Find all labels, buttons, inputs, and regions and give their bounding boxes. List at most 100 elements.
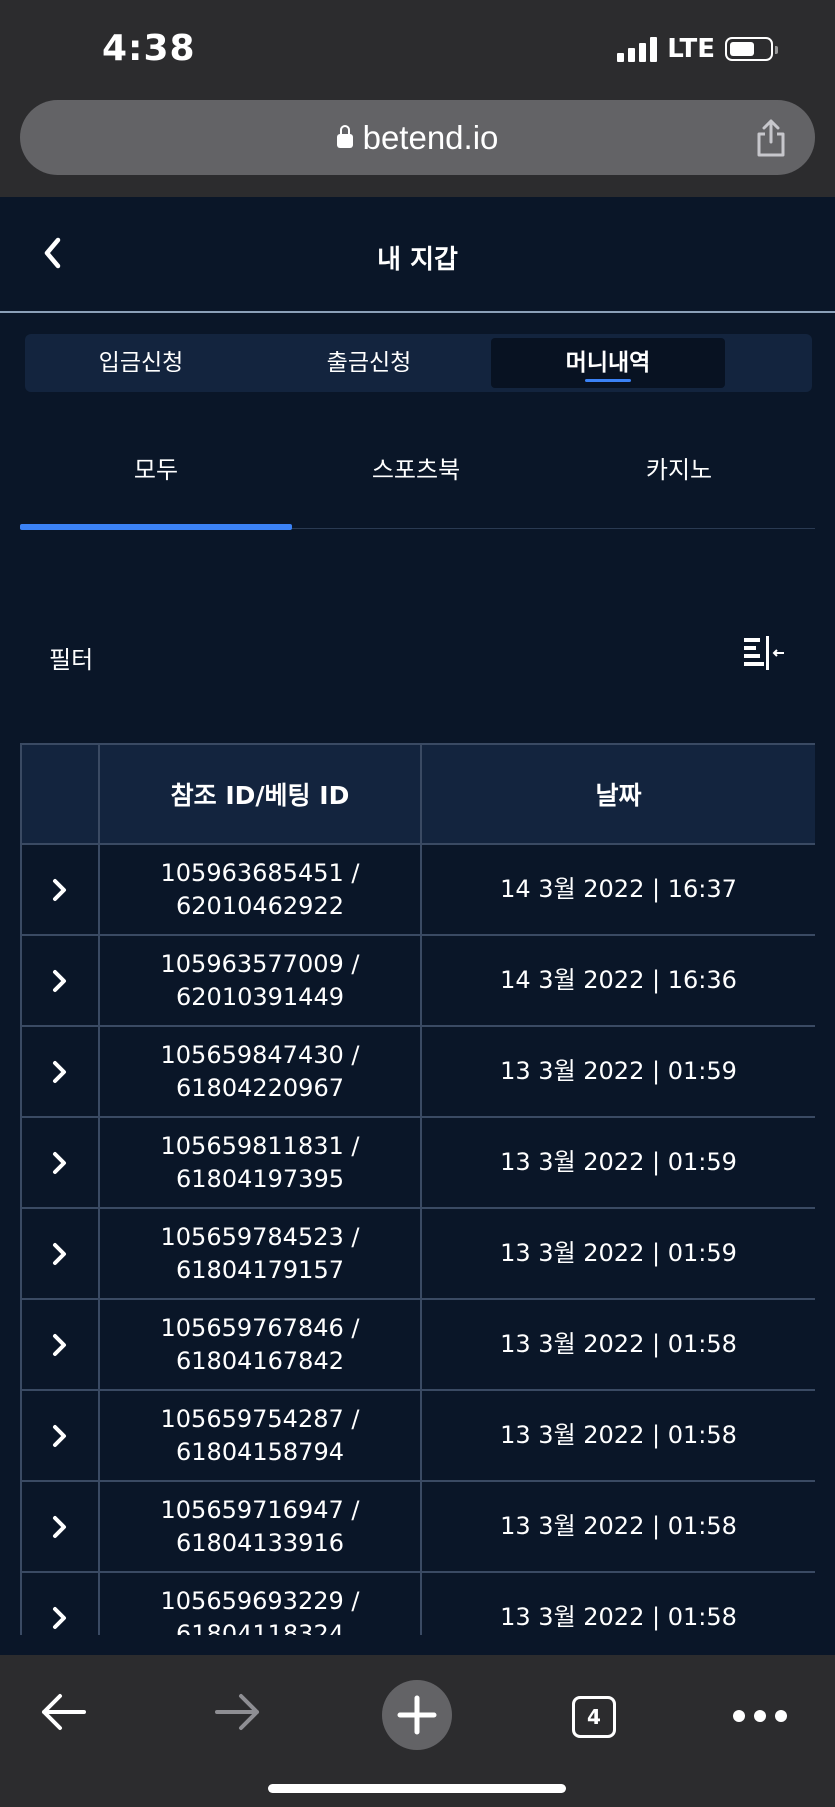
url-text: betend.io xyxy=(362,118,499,156)
ref-id-cell: 105963577009 / 62010391449 xyxy=(98,934,422,1027)
tab-money-history-label: 머니내역 xyxy=(565,350,651,376)
arrow-left-icon[interactable] xyxy=(38,1687,88,1737)
ref-id-cell: 105659784523 / 61804179157 xyxy=(98,1207,422,1300)
bet-id: 61804118324 xyxy=(176,1619,344,1636)
status-time: 4:38 xyxy=(102,28,196,69)
filter-label[interactable]: 필터 xyxy=(49,640,93,675)
date-cell: 13 3월 2022 | 01:58 xyxy=(420,1571,815,1635)
bet-id: 62010462922 xyxy=(176,891,344,920)
table-row[interactable]: 105659784523 / 61804179157 13 3월 2022 | 01… xyxy=(20,1207,815,1300)
ref-id: 105659847430 / xyxy=(160,1040,360,1069)
ref-id: 105659811831 / xyxy=(160,1131,360,1160)
table-row[interactable]: 105963685451 / 62010462922 14 3월 2022 | 16… xyxy=(20,843,815,936)
page-title: 내 지갑 xyxy=(377,245,458,275)
subtab-sportsbook[interactable]: 스포츠북 xyxy=(280,450,552,485)
date-cell: 13 3월 2022 | 01:59 xyxy=(420,1116,815,1209)
battery-icon xyxy=(725,37,778,61)
date-cell: 14 3월 2022 | 16:37 xyxy=(420,843,815,936)
ref-id-cell: 105659693229 / 61804118324 xyxy=(98,1571,422,1636)
money-history-table: 참조 ID/베팅 ID 날짜 105963685451 / 62010462922… xyxy=(20,743,815,1635)
ref-id-cell: 105963685451 / 62010462922 xyxy=(98,843,422,936)
expand-cell[interactable] xyxy=(20,1025,100,1118)
ref-id-cell: 105659716947 / 61804133916 xyxy=(98,1480,422,1573)
chevron-right-icon[interactable] xyxy=(51,1332,69,1358)
bet-id: 62010391449 xyxy=(176,982,344,1011)
ref-id: 105659716947 / xyxy=(160,1495,360,1524)
network-label: LTE xyxy=(667,34,715,64)
signal-icon xyxy=(617,36,658,62)
date-cell: 13 3월 2022 | 01:58 xyxy=(420,1298,815,1391)
subtab-all[interactable]: 모두 xyxy=(20,450,292,485)
bet-id: 61804179157 xyxy=(176,1255,344,1284)
ref-id-cell: 105659754287 / 61804158794 xyxy=(98,1389,422,1482)
bet-id: 61804167842 xyxy=(176,1346,344,1375)
table-header-row: 참조 ID/베팅 ID 날짜 xyxy=(20,743,815,845)
chevron-right-icon[interactable] xyxy=(51,1150,69,1176)
ref-id: 105963685451 / xyxy=(160,858,360,887)
home-indicator xyxy=(268,1784,566,1793)
table-row[interactable]: 105659767846 / 61804167842 13 3월 2022 | 01… xyxy=(20,1298,815,1391)
filter-columns-icon[interactable] xyxy=(742,634,786,672)
ref-id: 105963577009 / xyxy=(160,949,360,978)
ref-id: 105659784523 / xyxy=(160,1222,360,1251)
table-row[interactable]: 105659754287 / 61804158794 13 3월 2022 | 01… xyxy=(20,1389,815,1482)
bet-id: 61804197395 xyxy=(176,1164,344,1193)
tab-deposit[interactable]: 입금신청 xyxy=(31,338,251,388)
ref-id: 105659767846 / xyxy=(160,1313,360,1342)
date-cell: 13 3월 2022 | 01:58 xyxy=(420,1389,815,1482)
date-cell: 13 3월 2022 | 01:59 xyxy=(420,1025,815,1118)
arrow-right-icon[interactable] xyxy=(213,1687,263,1737)
subtab-casino[interactable]: 카지노 xyxy=(543,450,815,485)
subtab-active-indicator xyxy=(20,524,292,530)
browser-top-bar: 4:38 LTE betend.io xyxy=(0,0,835,197)
expand-cell[interactable] xyxy=(20,1480,100,1573)
status-indicators: LTE xyxy=(617,34,778,64)
bet-id: 61804220967 xyxy=(176,1073,344,1102)
active-tab-underline xyxy=(585,379,631,382)
ref-id-cell: 105659767846 / 61804167842 xyxy=(98,1298,422,1391)
table-row[interactable]: 105659693229 / 61804118324 13 3월 2022 | 01… xyxy=(20,1571,815,1636)
column-header-ref-id: 참조 ID/베팅 ID xyxy=(98,743,422,845)
ref-id-cell: 105659847430 / 61804220967 xyxy=(98,1025,422,1118)
date-cell: 14 3월 2022 | 16:36 xyxy=(420,934,815,1027)
column-header-expand xyxy=(20,743,100,845)
table-row[interactable]: 105659847430 / 61804220967 13 3월 2022 | 01… xyxy=(20,1025,815,1118)
chevron-right-icon[interactable] xyxy=(51,968,69,994)
lock-icon xyxy=(336,124,353,148)
ref-id-cell: 105659811831 / 61804197395 xyxy=(98,1116,422,1209)
table-row[interactable]: 105963577009 / 62010391449 14 3월 2022 | 16… xyxy=(20,934,815,1027)
tabs-icon[interactable]: 4 xyxy=(572,1696,616,1738)
chevron-right-icon[interactable] xyxy=(51,1423,69,1449)
tab-withdraw[interactable]: 출금신청 xyxy=(259,338,479,388)
chevron-right-icon[interactable] xyxy=(51,1605,69,1631)
date-cell: 13 3월 2022 | 01:58 xyxy=(420,1480,815,1573)
expand-cell[interactable] xyxy=(20,934,100,1027)
chevron-right-icon[interactable] xyxy=(51,1241,69,1267)
more-icon[interactable] xyxy=(733,1710,787,1722)
table-row[interactable]: 105659716947 / 61804133916 13 3월 2022 | 01… xyxy=(20,1480,815,1573)
expand-cell[interactable] xyxy=(20,843,100,936)
table-row[interactable]: 105659811831 / 61804197395 13 3월 2022 | 01… xyxy=(20,1116,815,1209)
column-header-date: 날짜 xyxy=(420,743,815,845)
expand-cell[interactable] xyxy=(20,1389,100,1482)
ref-id: 105659693229 / xyxy=(160,1586,360,1615)
ref-id: 105659754287 / xyxy=(160,1404,360,1433)
plus-icon xyxy=(397,1695,437,1735)
chevron-right-icon[interactable] xyxy=(51,1514,69,1540)
expand-cell[interactable] xyxy=(20,1298,100,1391)
chevron-right-icon[interactable] xyxy=(51,877,69,903)
address-bar[interactable]: betend.io xyxy=(20,100,815,175)
expand-cell[interactable] xyxy=(20,1571,100,1635)
share-icon[interactable] xyxy=(755,118,787,158)
date-cell: 13 3월 2022 | 01:59 xyxy=(420,1207,815,1300)
category-subtabs: 모두 스포츠북 카지노 xyxy=(20,420,815,530)
expand-cell[interactable] xyxy=(20,1207,100,1300)
app-header: 내 지갑 xyxy=(0,197,835,313)
wallet-segment-tabs: 입금신청 출금신청 머니내역 xyxy=(25,334,812,392)
tab-money-history[interactable]: 머니내역 xyxy=(491,338,725,388)
bet-id: 61804133916 xyxy=(176,1528,344,1557)
bet-id: 61804158794 xyxy=(176,1437,344,1466)
chevron-right-icon[interactable] xyxy=(51,1059,69,1085)
expand-cell[interactable] xyxy=(20,1116,100,1209)
new-tab-button[interactable] xyxy=(382,1680,452,1750)
